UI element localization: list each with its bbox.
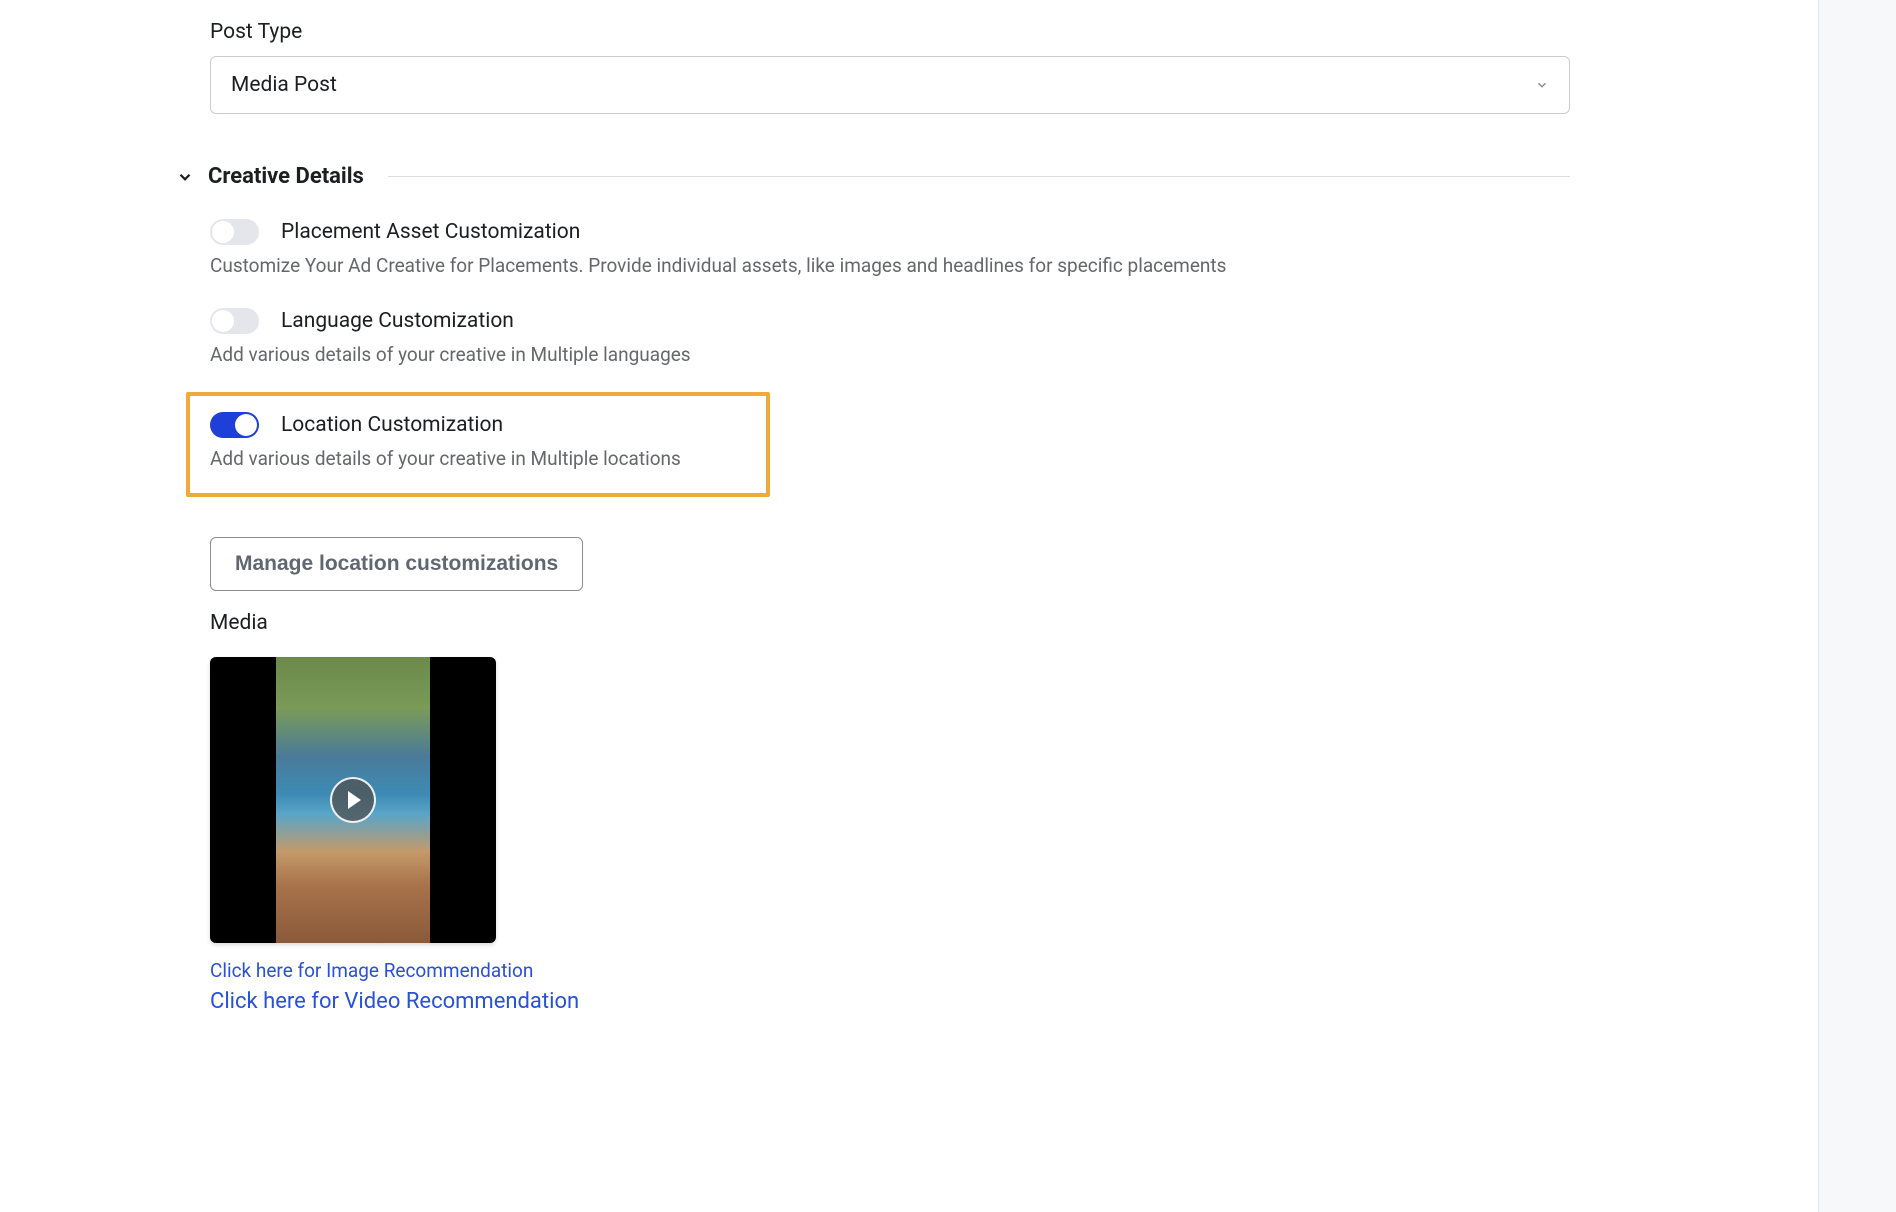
post-type-select[interactable]: Media Post	[210, 56, 1570, 114]
language-toggle[interactable]	[210, 308, 259, 334]
image-recommendation-link[interactable]: Click here for Image Recommendation	[210, 957, 1570, 986]
toggle-knob	[212, 221, 234, 243]
manage-location-customizations-button[interactable]: Manage location customizations	[210, 537, 583, 591]
location-toggle-label: Location Customization	[281, 413, 503, 437]
placement-toggle[interactable]	[210, 219, 259, 245]
placement-toggle-label: Placement Asset Customization	[281, 220, 580, 244]
chevron-down-icon[interactable]	[176, 168, 194, 186]
location-toggle[interactable]	[210, 412, 259, 438]
toggle-knob	[212, 310, 234, 332]
play-button[interactable]	[330, 777, 376, 823]
chevron-down-icon	[1535, 78, 1549, 92]
location-highlight-box: Location Customization Add various detai…	[186, 392, 770, 497]
video-recommendation-link[interactable]: Click here for Video Recommendation	[210, 985, 1570, 1018]
media-label: Media	[210, 611, 1570, 635]
toggle-knob	[235, 414, 257, 436]
play-icon	[348, 791, 361, 809]
creative-details-title: Creative Details	[208, 164, 364, 189]
placement-toggle-header: Placement Asset Customization	[210, 219, 1570, 245]
section-divider	[388, 176, 1570, 177]
post-type-label: Post Type	[210, 20, 1570, 44]
main-content: Post Type Media Post Creative Details Pl…	[0, 0, 1570, 1018]
language-toggle-row: Language Customization Add various detai…	[210, 308, 1570, 369]
location-toggle-row: Location Customization Add various detai…	[210, 412, 746, 473]
language-toggle-desc: Add various details of your creative in …	[210, 342, 1570, 369]
language-toggle-header: Language Customization	[210, 308, 1570, 334]
placement-toggle-desc: Customize Your Ad Creative for Placement…	[210, 253, 1570, 280]
placement-toggle-row: Placement Asset Customization Customize …	[210, 219, 1570, 280]
location-toggle-desc: Add various details of your creative in …	[210, 446, 746, 473]
post-type-field: Post Type Media Post	[210, 20, 1570, 114]
right-panel-bg	[1818, 0, 1896, 1212]
media-thumbnail[interactable]	[210, 657, 496, 943]
location-toggle-header: Location Customization	[210, 412, 746, 438]
language-toggle-label: Language Customization	[281, 309, 514, 333]
creative-details-header: Creative Details	[176, 164, 1570, 189]
post-type-value: Media Post	[231, 73, 337, 97]
